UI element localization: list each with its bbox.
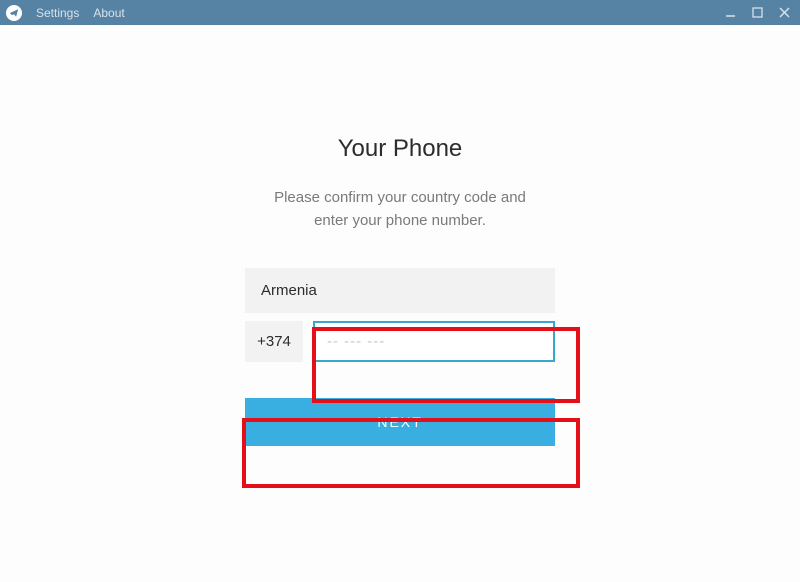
main-content: Your Phone Please confirm your country c… <box>0 25 800 446</box>
country-select[interactable]: Armenia <box>245 268 555 313</box>
phone-input-wrapper <box>313 321 555 362</box>
app-logo-icon <box>6 5 22 21</box>
menu-settings[interactable]: Settings <box>36 6 79 20</box>
maximize-icon[interactable] <box>752 7 763 18</box>
close-icon[interactable] <box>779 7 790 18</box>
next-button[interactable]: NEXT <box>245 398 555 446</box>
minimize-icon[interactable] <box>725 7 736 18</box>
window-controls <box>725 7 794 18</box>
phone-form: Armenia +374 NEXT <box>245 268 555 446</box>
page-subtitle: Please confirm your country code and ent… <box>0 187 800 232</box>
country-code-field[interactable]: +374 <box>245 321 303 362</box>
subtitle-line-2: enter your phone number. <box>314 212 486 229</box>
menu-about[interactable]: About <box>93 6 124 20</box>
subtitle-line-1: Please confirm your country code and <box>274 189 526 206</box>
titlebar-left: Settings About <box>6 5 125 21</box>
titlebar: Settings About <box>0 0 800 25</box>
phone-number-input[interactable] <box>313 321 555 362</box>
phone-row: +374 <box>245 321 555 362</box>
page-title: Your Phone <box>0 135 800 163</box>
